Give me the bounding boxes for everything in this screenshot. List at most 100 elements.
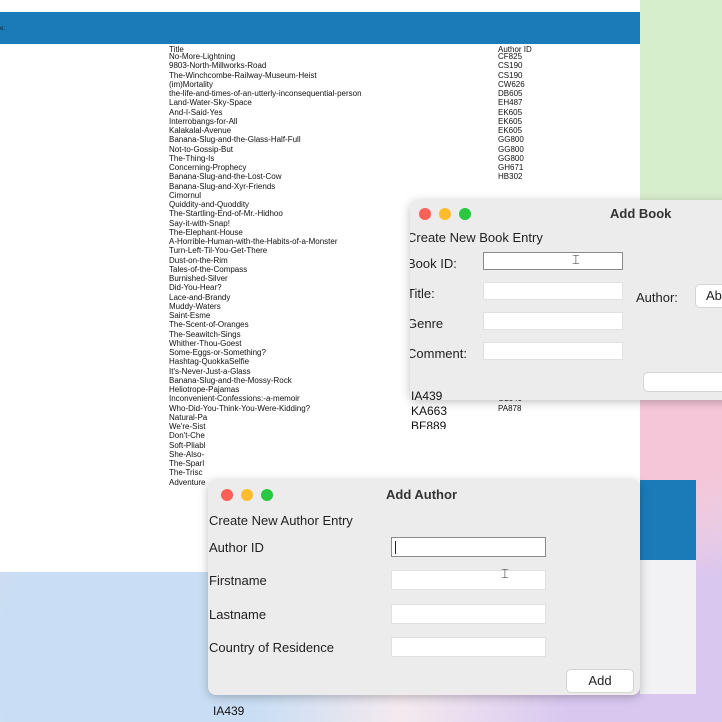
author-id-cell: GH671: [498, 163, 524, 172]
table-row[interactable]: the-life-and-times-of-an-utterly-inconse…: [169, 89, 629, 98]
author-id-cell: BF889: [411, 419, 447, 429]
author-id-cell: [498, 413, 578, 422]
title-cell: We're-Sist: [169, 422, 206, 431]
firstname-field[interactable]: [391, 570, 546, 590]
title-cell: Kalakalal-Avenue: [169, 126, 232, 135]
table-row[interactable]: We're-Sist: [169, 422, 629, 431]
minimize-icon[interactable]: [241, 489, 253, 501]
title-cell: Banana-Slug-and-Xyr-Friends: [169, 181, 276, 191]
add-book-titlebar[interactable]: Add Book: [410, 200, 722, 228]
title-cell: The-Sparl: [169, 459, 205, 468]
firstname-label: Firstname: [209, 573, 267, 588]
maximize-icon[interactable]: [459, 208, 471, 220]
title-cell: Natural-Pa: [169, 412, 208, 422]
table-row[interactable]: Cimornul: [169, 191, 629, 200]
minimize-icon[interactable]: [439, 208, 451, 220]
table-row[interactable]: No-More-Lightning CF825: [169, 52, 629, 61]
add-author-titlebar[interactable]: Add Author: [208, 480, 640, 508]
title-label: Title:: [410, 286, 435, 301]
form-heading: Create New Author Entry: [209, 513, 353, 528]
title-field[interactable]: [483, 282, 623, 300]
close-icon[interactable]: [221, 489, 233, 501]
author-id-cell: GG800: [498, 135, 524, 145]
author-id-cell: EH487: [498, 98, 523, 108]
left-label: e:: [0, 26, 6, 32]
author-id-cell: [498, 450, 578, 459]
title-cell: Concerning-Prophecy: [169, 163, 247, 172]
close-icon[interactable]: [419, 208, 431, 220]
lastname-label: Lastname: [209, 607, 267, 622]
author-id-cell: EK605: [498, 126, 523, 135]
title-cell: The-Winchcombe-Railway-Museum-Heist: [169, 70, 317, 80]
add-author-window: Add Author Create New Author Entry Autho…: [208, 480, 640, 695]
table-row[interactable]: Banana-Slug-and-the-Glass-Half-Full GG800: [169, 135, 629, 144]
table-row[interactable]: Who-Did-You-Think-You-Were-Kidding? PA878: [169, 404, 629, 413]
title-cell: Who-Did-You-Think-You-Were-Kidding?: [169, 403, 311, 413]
table-row[interactable]: Banana-Slug-and-Xyr-Friends: [169, 182, 629, 191]
table-row[interactable]: 9803-North-Millworks-Road CS190: [169, 61, 629, 70]
header-bar: [0, 12, 640, 44]
title-cell: Don't-Che: [169, 431, 205, 441]
add-book-window: Add Book Create New Book Entry Book ID: …: [410, 200, 722, 400]
table-row[interactable]: The-Sparl: [169, 459, 629, 468]
table-row[interactable]: Natural-Pa: [169, 413, 629, 422]
author-id-cell: PA878: [498, 403, 522, 413]
table-row[interactable]: The-Winchcombe-Railway-Museum-Heist CS190: [169, 71, 629, 80]
genre-field[interactable]: [483, 312, 623, 330]
title-cell: Banana-Slug-and-the-Glass-Half-Full: [169, 135, 301, 145]
table-row[interactable]: Don't-Che: [169, 431, 629, 440]
book-id-label: Book ID:: [410, 256, 457, 271]
comment-label: Comment:: [410, 346, 467, 361]
title-cell: Land-Water-Sky-Space: [169, 98, 252, 108]
table-row[interactable]: She-Also-: [169, 450, 629, 459]
maximize-icon[interactable]: [261, 489, 273, 501]
author-id-cell: CF825: [498, 52, 523, 61]
author-label: Author:: [636, 290, 678, 305]
add-book-button[interactable]: [643, 372, 722, 392]
table-row[interactable]: And-I-Said-Yes EK605: [169, 108, 629, 117]
table-row[interactable]: Interrobangs-for-All EK605: [169, 117, 629, 126]
author-id-cell: DB605: [498, 89, 523, 98]
author-id-cell: [498, 422, 578, 431]
background-window-body: [640, 560, 696, 694]
author-id-cell: [498, 182, 578, 191]
table-row[interactable]: The-Trisc: [169, 468, 629, 477]
author-id-cell: [498, 431, 578, 440]
window-title: Add Book: [610, 206, 672, 221]
author-id-cell: [498, 468, 578, 477]
author-id-cell: IA439: [213, 704, 245, 718]
author-id-cell: [498, 441, 578, 450]
table-row[interactable]: Not-to-Gossip-But GG800: [169, 145, 629, 154]
author-id-cell: [498, 459, 578, 468]
text-cursor-icon: ⌶: [501, 566, 509, 581]
author-id-cell: EK605: [498, 116, 523, 126]
title-cell: Not-to-Gossip-But: [169, 144, 234, 154]
country-field[interactable]: [391, 637, 546, 657]
comment-field[interactable]: [483, 342, 623, 360]
book-id-field[interactable]: [483, 252, 623, 270]
text-caret: [395, 541, 396, 554]
table-row[interactable]: Soft-Pliabl: [169, 441, 629, 450]
table-row[interactable]: Concerning-Prophecy GH671: [169, 163, 629, 172]
lastname-field[interactable]: [391, 604, 546, 624]
title-cell: No-More-Lightning: [169, 52, 236, 61]
author-id-cell: GG800: [498, 144, 524, 154]
title-cell: Interrobangs-for-All: [169, 116, 238, 126]
title-cell: The-Thing-Is: [169, 153, 215, 163]
author-id-cell: CW626: [498, 79, 525, 89]
table-row[interactable]: Banana-Slug-and-the-Lost-Cow HB302: [169, 172, 629, 181]
add-button[interactable]: Add: [566, 669, 634, 693]
author-select[interactable]: Ab: [695, 284, 722, 308]
form-heading: Create New Book Entry: [410, 230, 543, 245]
table-row[interactable]: Land-Water-Sky-Space EH487: [169, 98, 629, 107]
author-id-cell: [498, 191, 578, 200]
author-id-cell: EK605: [498, 107, 523, 117]
text-cursor-icon: ⌶: [572, 252, 580, 267]
header-strip: [48, 0, 640, 12]
table-row[interactable]: (im)Mortality CW626: [169, 80, 629, 89]
author-id-field[interactable]: [391, 537, 546, 557]
author-id-cell: GG800: [498, 153, 524, 163]
table-row[interactable]: Kalakalal-Avenue EK605: [169, 126, 629, 135]
table-row[interactable]: The-Thing-Is GG800: [169, 154, 629, 163]
author-id-cell: CS190: [498, 70, 523, 80]
